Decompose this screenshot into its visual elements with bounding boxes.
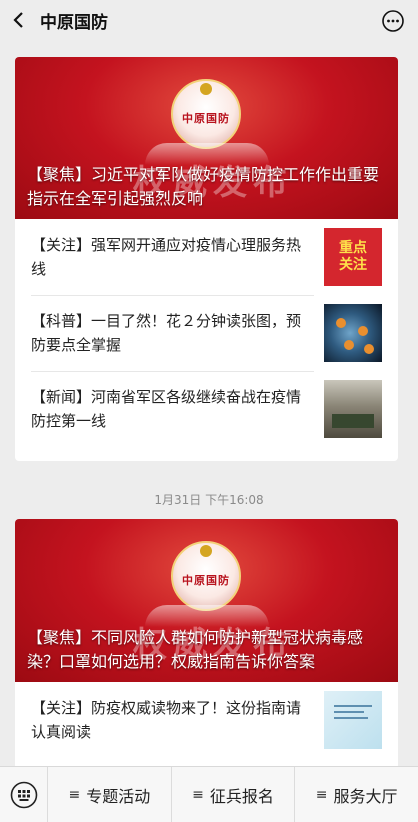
back-button[interactable] — [0, 0, 36, 40]
article-title: 【关注】强军网开通应对疫情心理服务热线 — [31, 236, 302, 278]
menu-label: 专题活动 — [86, 786, 151, 806]
logo-text: 中原国防 — [182, 112, 230, 125]
focus-thumbnail: 重点 关注 — [324, 228, 382, 286]
more-dots-icon — [382, 10, 404, 32]
menu-list-icon: ≡ — [68, 786, 81, 803]
top-bar: 中原国防 — [0, 0, 418, 40]
zhongyuan-guofang-logo: 中原国防 — [171, 79, 241, 149]
list-item[interactable]: 【关注】防疫权威读物来了！这份指南请认真阅读 — [15, 682, 398, 758]
article-card: 中原国防 权威发布 【聚焦】不同风险人群如何防护新型冠状病毒感染？口罩如何选用？… — [15, 519, 398, 769]
article-title: 【新闻】河南省军区各级继续奋战在疫情防控第一线 — [31, 388, 302, 430]
list-item[interactable]: 【新闻】河南省军区各级继续奋战在疫情防控第一线 — [15, 371, 398, 447]
logo-text: 中原国防 — [182, 574, 230, 587]
ribbon-decoration — [145, 143, 269, 165]
list-item[interactable]: 【关注】强军网开通应对疫情心理服务热线 重点 关注 — [15, 219, 398, 295]
page-title: 中原国防 — [40, 12, 108, 33]
hero-caption: 【聚焦】习近平对军队做好疫情防控工作作出重要指示在全军引起强烈反响 — [27, 165, 380, 208]
guide-cover-thumbnail — [324, 691, 382, 749]
zhongyuan-guofang-logo: 中原国防 — [171, 541, 241, 611]
star-icon — [200, 545, 212, 557]
thumbnail-text: 重点 — [339, 240, 367, 256]
menu-services[interactable]: ≡ 服务大厅 — [294, 766, 418, 822]
keyboard-toggle-button[interactable] — [0, 766, 48, 822]
star-icon — [200, 83, 212, 95]
bottom-menu-bar: ≡ 专题活动 ≡ 征兵报名 ≡ 服务大厅 — [0, 766, 418, 822]
article-title: 【科普】一目了然！花２分钟读张图，预防要点全掌握 — [31, 312, 302, 354]
meeting-photo-thumbnail — [324, 380, 382, 438]
thumbnail-text: 关注 — [339, 257, 367, 273]
menu-label: 服务大厅 — [333, 786, 398, 806]
article-card: 中原国防 权威发布 【聚焦】习近平对军队做好疫情防控工作作出重要指示在全军引起强… — [15, 57, 398, 461]
menu-list-icon: ≡ — [192, 786, 204, 803]
hero-caption: 【聚焦】不同风险人群如何防护新型冠状病毒感染？口罩如何选用？权威指南告诉你答案 — [27, 628, 364, 671]
hero-article[interactable]: 中原国防 权威发布 【聚焦】习近平对军队做好疫情防控工作作出重要指示在全军引起强… — [15, 57, 398, 219]
hero-article[interactable]: 中原国防 权威发布 【聚焦】不同风险人群如何防护新型冠状病毒感染？口罩如何选用？… — [15, 519, 398, 682]
keyboard-icon — [10, 781, 37, 808]
chevron-left-icon — [13, 12, 23, 28]
menu-enlistment[interactable]: ≡ 征兵报名 — [170, 766, 295, 822]
article-title: 【关注】防疫权威读物来了！这份指南请认真阅读 — [31, 699, 302, 741]
message-timestamp: 1月31日 下午16:08 — [154, 493, 264, 507]
menu-topics[interactable]: ≡ 专题活动 — [48, 767, 171, 822]
list-item[interactable]: 【科普】一目了然！花２分钟读张图，预防要点全掌握 — [15, 295, 398, 371]
ribbon-decoration — [145, 605, 269, 627]
lungs-thumbnail — [324, 304, 382, 362]
menu-label: 征兵报名 — [209, 786, 274, 806]
menu-list-icon: ≡ — [315, 786, 328, 803]
more-button[interactable] — [382, 10, 404, 32]
